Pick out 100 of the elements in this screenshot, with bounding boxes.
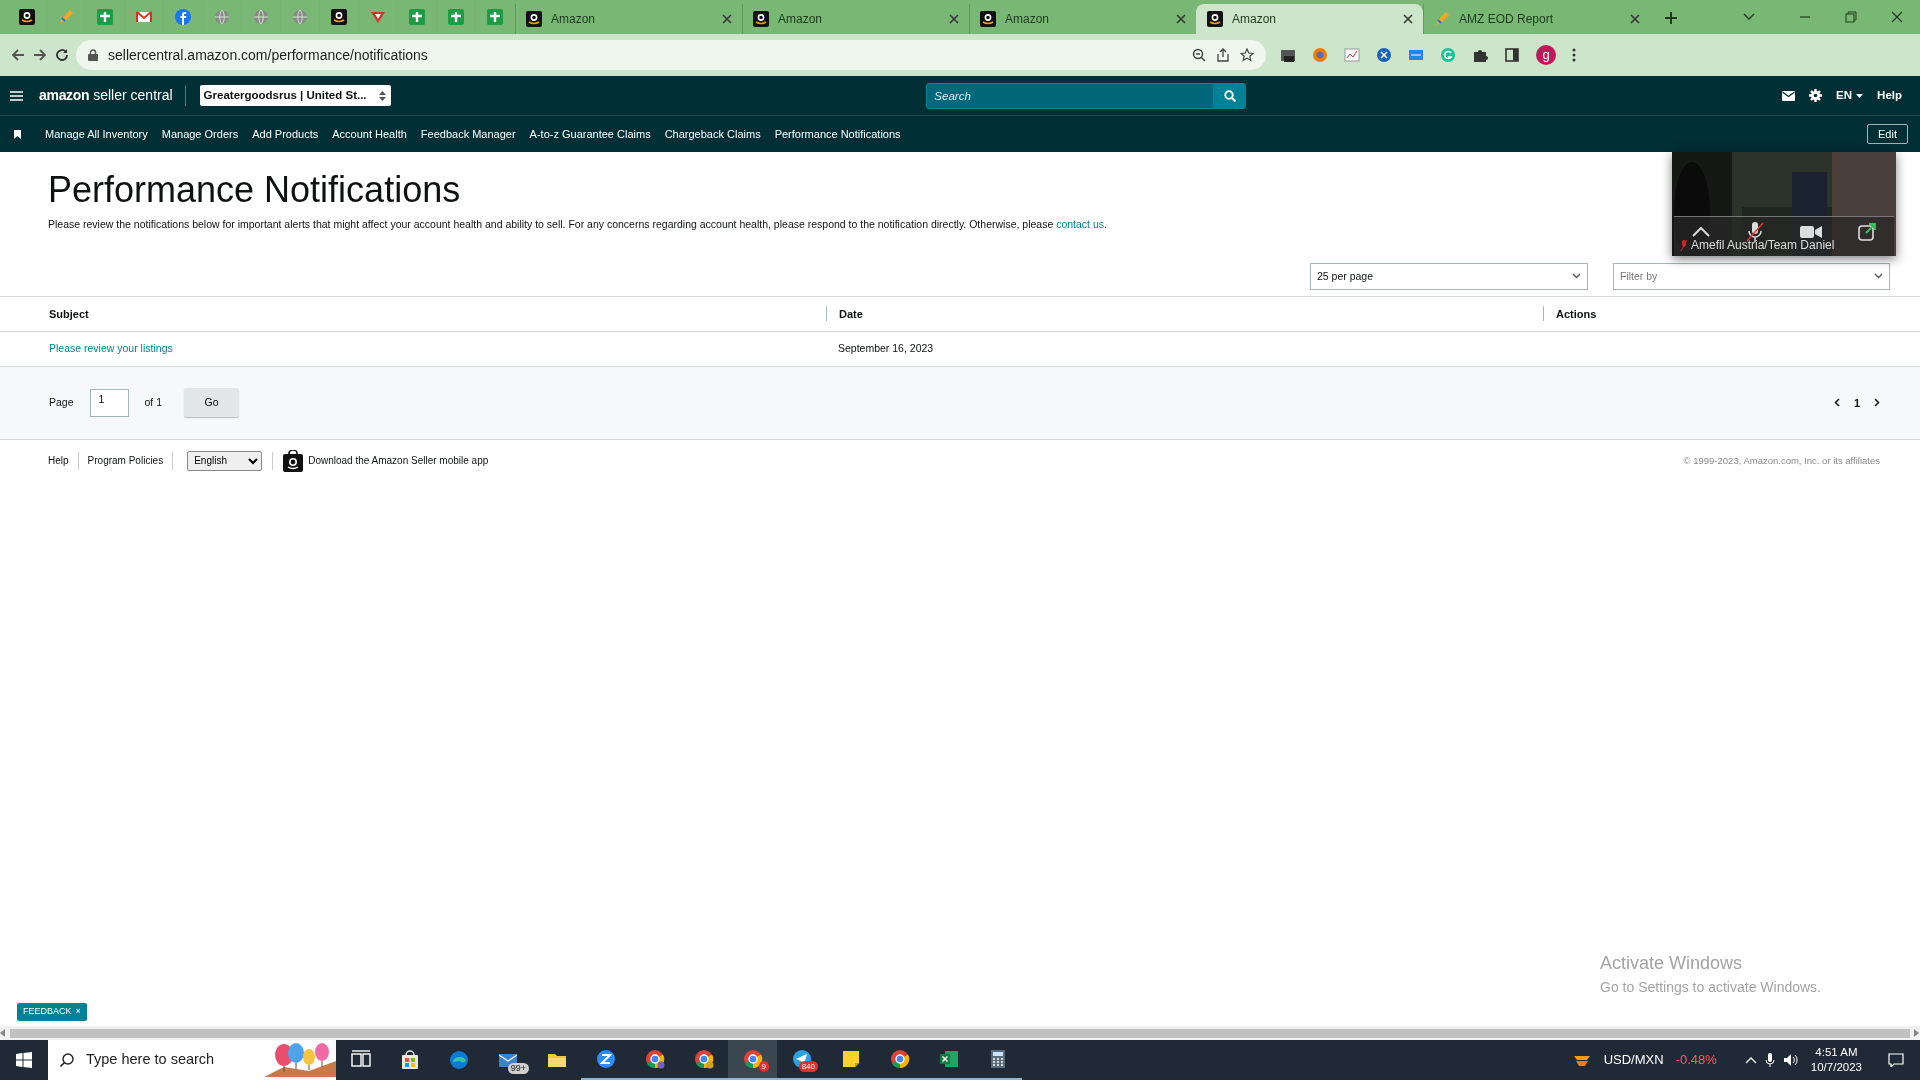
- forward-icon[interactable]: [32, 47, 48, 63]
- nav-link[interactable]: Add Products: [252, 125, 319, 143]
- copyright-text: © 1999-2023, Amazon.com, Inc. or its affiliates: [1683, 453, 1880, 468]
- circle-logo-icon[interactable]: [1312, 47, 1328, 63]
- nav-link[interactable]: Manage Orders: [161, 125, 239, 143]
- footer-link[interactable]: Program Policies: [78, 451, 174, 470]
- caret-icon: [1856, 93, 1864, 98]
- notification-icon[interactable]: [1888, 1053, 1904, 1067]
- taskbar-app[interactable]: 9: [728, 1040, 777, 1080]
- back-icon[interactable]: [10, 47, 26, 63]
- help-link[interactable]: Help: [1877, 86, 1902, 105]
- nav-link[interactable]: Feedback Manager: [420, 125, 516, 143]
- close-icon[interactable]: [1890, 10, 1904, 24]
- language-select[interactable]: English: [187, 450, 263, 471]
- sheet-icon[interactable]: [409, 9, 425, 25]
- smile-logo-icon: [753, 11, 769, 27]
- triangle-icon[interactable]: [370, 9, 386, 25]
- speaker-icon[interactable]: [1782, 1053, 1799, 1067]
- logo[interactable]: amazon seller central: [39, 85, 186, 106]
- camera-icon[interactable]: [1800, 225, 1822, 239]
- task-view-icon: [350, 1050, 371, 1070]
- mail-icon[interactable]: [1782, 90, 1796, 101]
- lock-icon: [88, 49, 98, 61]
- puzzle-icon[interactable]: [1472, 47, 1488, 63]
- avatar[interactable]: g: [1536, 45, 1556, 65]
- close-icon[interactable]: [722, 14, 732, 24]
- search-button[interactable]: [1214, 82, 1247, 109]
- nav-link[interactable]: A-to-z Guarantee Claims: [529, 125, 651, 143]
- watermark-text: Go to Settings to activate Windows.: [1600, 978, 1821, 997]
- search-field[interactable]: Search: [926, 82, 1215, 109]
- edit-button[interactable]: Edit: [1867, 124, 1908, 144]
- zoom-icon[interactable]: [1192, 48, 1206, 62]
- sheet-icon[interactable]: [97, 9, 113, 25]
- scrollbar[interactable]: [0, 1026, 1920, 1040]
- taskbar-app[interactable]: 840: [777, 1040, 826, 1080]
- chevron-up-icon[interactable]: [1744, 1056, 1757, 1064]
- close-icon[interactable]: [1176, 14, 1186, 24]
- app-download-link[interactable]: Download the Amazon Seller mobile app: [308, 453, 489, 469]
- star-icon[interactable]: [1240, 48, 1254, 62]
- sheet-icon[interactable]: [448, 9, 464, 25]
- restore-icon[interactable]: [1844, 10, 1858, 24]
- chrome-icon: [742, 1049, 763, 1069]
- share-icon[interactable]: [1216, 48, 1230, 62]
- reload-icon[interactable]: [54, 47, 70, 63]
- store-selector[interactable]: Greatergoodsrus | United St...: [199, 85, 391, 106]
- edge-icon: [448, 1050, 469, 1070]
- sidebar-icon[interactable]: [1504, 47, 1520, 63]
- chart-icon[interactable]: [1344, 47, 1360, 63]
- per-page-select[interactable]: 25 per page: [1310, 262, 1588, 290]
- chrome-icon: [693, 1049, 714, 1069]
- close-icon[interactable]: [1403, 14, 1413, 24]
- smile-logo-icon[interactable]: [19, 9, 35, 25]
- share-screen-icon[interactable]: [1858, 223, 1876, 241]
- taskbar-app[interactable]: 99+: [483, 1040, 532, 1080]
- menu-icon[interactable]: [1572, 48, 1576, 62]
- taskbar-search-field[interactable]: Type here to search: [48, 1040, 336, 1080]
- feedback-button[interactable]: FEEDBACK ×: [17, 1003, 87, 1021]
- menu-icon[interactable]: [10, 90, 23, 101]
- nav-link[interactable]: Performance Notifications: [774, 125, 901, 143]
- go-button[interactable]: Go: [184, 388, 240, 418]
- sheet-icon[interactable]: [487, 9, 503, 25]
- close-icon[interactable]: [949, 14, 959, 24]
- scroll-left-icon: [0, 1029, 6, 1037]
- circle-logo-icon: [595, 1049, 616, 1069]
- page-label: Page: [49, 395, 74, 411]
- scroll-right-icon: [1914, 1029, 1920, 1037]
- smile-logo-icon[interactable]: [331, 9, 347, 25]
- address-field[interactable]: sellercentral.amazon.com/performance/notifications: [76, 40, 1266, 70]
- folder-icon[interactable]: [1280, 47, 1296, 63]
- page-number[interactable]: 1: [1853, 394, 1860, 412]
- column-header[interactable]: Subject: [49, 305, 89, 323]
- browser-tab[interactable]: Amazon: [1196, 4, 1423, 34]
- clock[interactable]: 4:51 AM 10/7/2023: [1810, 1045, 1862, 1075]
- stepper-icon: [377, 89, 387, 102]
- new-tab-icon[interactable]: [1664, 11, 1678, 25]
- settings-icon[interactable]: [1809, 89, 1823, 102]
- nav-link[interactable]: Account Health: [332, 125, 407, 143]
- filter-select[interactable]: Filter by: [1613, 262, 1890, 290]
- caret-up-icon[interactable]: [1692, 227, 1710, 237]
- column-header[interactable]: Actions: [1543, 306, 1597, 322]
- chevron-left-icon[interactable]: [1833, 398, 1840, 408]
- square-logo-icon[interactable]: [1408, 47, 1424, 63]
- nav-link[interactable]: Chargeback Claims: [664, 125, 761, 143]
- page-title: Performance Notifications: [48, 168, 462, 212]
- column-header[interactable]: Date: [826, 306, 863, 322]
- page-input[interactable]: 1: [89, 388, 129, 417]
- circle-logo-icon[interactable]: [175, 9, 191, 25]
- windows-icon[interactable]: [16, 1052, 32, 1068]
- footer-link[interactable]: Help: [48, 451, 79, 470]
- circle-logo-icon[interactable]: [1376, 47, 1392, 63]
- nav-link[interactable]: Manage All Inventory: [45, 125, 148, 143]
- date-cell: September 16, 2023: [838, 341, 934, 357]
- shopping-bag-icon[interactable]: [283, 449, 304, 472]
- chevron-right-icon[interactable]: [1874, 398, 1880, 408]
- subject-link[interactable]: Please review your listings: [49, 341, 173, 357]
- watermark-title: Activate Windows: [1600, 952, 1744, 975]
- microphone-icon[interactable]: [1764, 1053, 1775, 1067]
- bookmark-icon[interactable]: [14, 129, 21, 139]
- close-icon[interactable]: [1630, 14, 1640, 24]
- language-menu[interactable]: EN: [1836, 86, 1864, 105]
